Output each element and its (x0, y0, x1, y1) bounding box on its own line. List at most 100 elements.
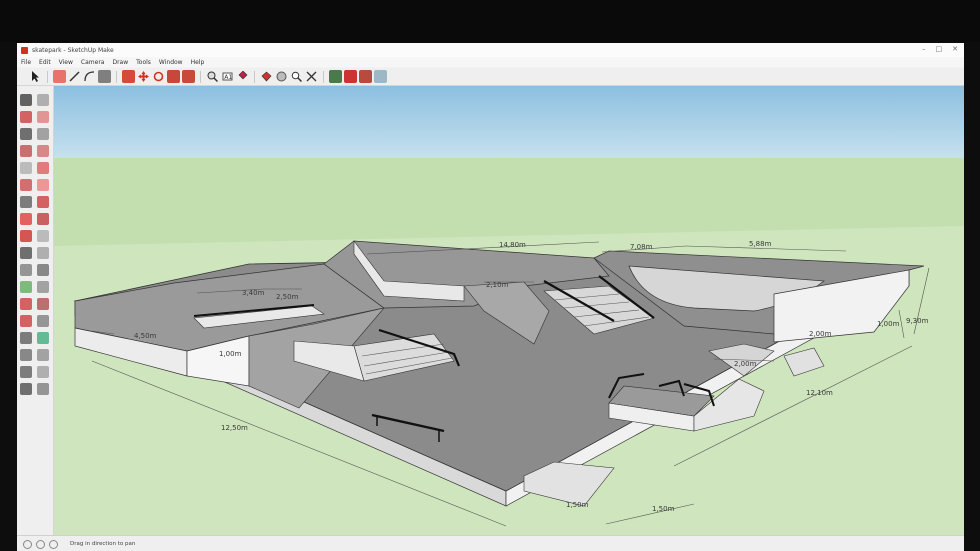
dim-2-10m: 2,10m (486, 281, 509, 289)
dim-1-50m-front: 1,50m (652, 505, 675, 513)
menu-edit[interactable]: Edit (35, 59, 55, 66)
zoom-window-icon[interactable] (37, 332, 49, 344)
rotated-rectangle-icon[interactable] (37, 145, 49, 157)
scale-icon[interactable] (20, 247, 32, 259)
credits-icon[interactable] (49, 539, 58, 549)
sketchup-logo-icon (21, 46, 28, 54)
protractor-icon[interactable] (20, 281, 32, 293)
push-pull-icon[interactable] (37, 213, 49, 225)
title-bar: skatepark - SketchUp Make – □ ✕ (17, 43, 964, 57)
maximize-icon[interactable]: □ (936, 45, 943, 54)
arc-icon[interactable] (83, 70, 96, 83)
zoom-extents-icon[interactable] (305, 70, 318, 83)
arc3-icon[interactable] (20, 196, 32, 208)
3d-text-icon[interactable] (37, 298, 49, 310)
position-camera-icon[interactable] (20, 366, 32, 378)
zoom-icon[interactable] (20, 332, 32, 344)
paint-bucket-icon[interactable] (236, 70, 249, 83)
zoom-extents-icon[interactable] (20, 349, 32, 361)
move-icon[interactable] (20, 213, 32, 225)
tape-measure-icon[interactable] (206, 70, 219, 83)
style-builder-icon[interactable] (374, 70, 387, 83)
dim-1-00m-bowl: 1,00m (877, 320, 900, 328)
zoom-icon[interactable] (290, 70, 303, 83)
eraser-icon[interactable] (37, 111, 49, 123)
text-icon[interactable]: A1 (221, 70, 234, 83)
select-icon[interactable] (29, 70, 42, 83)
text-icon[interactable] (37, 281, 49, 293)
component-icon[interactable] (37, 94, 49, 106)
dim-1-50m-kicker: 1,50m (566, 501, 589, 509)
select-icon[interactable] (20, 94, 32, 106)
geolocation-icon[interactable] (36, 539, 45, 549)
monitor-bezel-top (0, 0, 980, 42)
status-hint: Drag in direction to pan (70, 541, 136, 547)
section-icon[interactable] (37, 383, 49, 395)
app-window: skatepark - SketchUp Make – □ ✕ File Edi… (17, 43, 964, 551)
follow-me-icon[interactable] (37, 230, 49, 242)
window-title: skatepark - SketchUp Make (32, 46, 114, 54)
layout-icon[interactable] (359, 70, 372, 83)
tape-measure-icon[interactable] (20, 264, 32, 276)
look-around-icon[interactable] (37, 366, 49, 378)
menu-bar: File Edit View Camera Draw Tools Window … (17, 57, 964, 67)
dim-3-40m: 3,40m (242, 289, 265, 297)
menu-window[interactable]: Window (155, 59, 187, 66)
circle-icon[interactable] (20, 162, 32, 174)
offset-icon[interactable] (182, 70, 195, 83)
dim-9-30m: 9,30m (906, 317, 929, 325)
arc2-icon[interactable] (37, 196, 49, 208)
monitor-bezel-right (962, 42, 980, 551)
dim-5-88m: 5,88m (749, 240, 772, 248)
orbit-icon[interactable] (20, 315, 32, 327)
dim-12-10m: 12,10m (806, 389, 833, 397)
push-pull-icon[interactable] (122, 70, 135, 83)
pan-icon[interactable] (275, 70, 288, 83)
model-viewport[interactable]: 14,80m 7,08m 5,88m 3,40m 2,50m 2,10m 9,3… (54, 86, 964, 536)
window-controls: – □ ✕ (922, 45, 958, 54)
arc-icon[interactable] (20, 179, 32, 191)
rectangle-icon[interactable] (98, 70, 111, 83)
offset-icon[interactable] (37, 247, 49, 259)
line-icon[interactable] (20, 128, 32, 140)
large-toolset: A1 (17, 68, 964, 86)
dim-2-00m: 2,00m (734, 360, 757, 368)
line-icon[interactable] (68, 70, 81, 83)
walk-icon[interactable] (20, 383, 32, 395)
dim-14-80m: 14,80m (499, 241, 526, 249)
rotate-icon[interactable] (152, 70, 165, 83)
pan-icon[interactable] (37, 315, 49, 327)
sky (54, 86, 964, 158)
menu-view[interactable]: View (55, 59, 77, 66)
menu-draw[interactable]: Draw (108, 59, 132, 66)
orbit-icon[interactable] (260, 70, 273, 83)
scale-icon[interactable] (167, 70, 180, 83)
minimize-icon[interactable]: – (922, 45, 926, 54)
previous-icon[interactable] (37, 349, 49, 361)
rotate-icon[interactable] (20, 230, 32, 242)
dim-7-08m: 7,08m (630, 243, 653, 251)
warehouse-icon[interactable] (329, 70, 342, 83)
axes-icon[interactable] (20, 298, 32, 310)
status-bar: Drag in direction to pan (17, 535, 964, 551)
info-icon[interactable] (23, 539, 32, 549)
pie-icon[interactable] (37, 179, 49, 191)
close-icon[interactable]: ✕ (952, 45, 958, 54)
svg-text:A1: A1 (224, 74, 232, 81)
monitor-bezel-left (0, 42, 16, 551)
menu-tools[interactable]: Tools (132, 59, 155, 66)
dim-1-00m-left: 1,00m (219, 350, 242, 358)
dim-2-00m-box: 2,00m (809, 330, 832, 338)
dimension-icon[interactable] (37, 264, 49, 276)
menu-camera[interactable]: Camera (77, 59, 109, 66)
polygon-icon[interactable] (37, 162, 49, 174)
paint-bucket-icon[interactable] (20, 111, 32, 123)
dim-12-50m: 12,50m (221, 424, 248, 432)
freehand-icon[interactable] (37, 128, 49, 140)
extension-icon[interactable] (344, 70, 357, 83)
eraser-icon[interactable] (53, 70, 66, 83)
menu-file[interactable]: File (17, 59, 35, 66)
rectangle-icon[interactable] (20, 145, 32, 157)
menu-help[interactable]: Help (187, 59, 209, 66)
move-icon[interactable] (137, 70, 150, 83)
